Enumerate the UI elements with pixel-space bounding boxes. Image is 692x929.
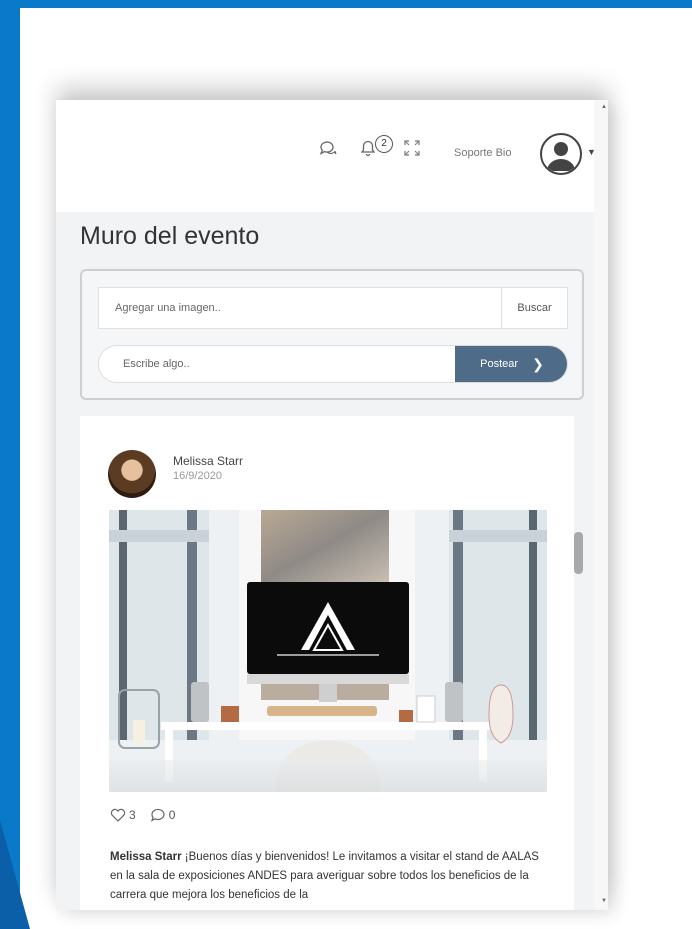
image-url-input[interactable] — [99, 288, 501, 328]
heart-icon — [110, 808, 126, 822]
post-reactions: 3 0 — [110, 808, 175, 822]
post-text-row: Postear ❯ — [98, 345, 568, 383]
post-button[interactable]: Postear ❯ — [455, 346, 567, 382]
feed-scroll-thumb[interactable] — [574, 532, 583, 574]
image-upload-row: Buscar — [98, 287, 568, 329]
expand-icon[interactable] — [402, 138, 422, 158]
scroll-down-arrow-icon[interactable]: ▼ — [601, 898, 607, 904]
app-window: 2 Soporte Bio ▼ ▲ ▼ Muro del evento Busc… — [56, 100, 608, 910]
page-title: Muro del evento — [80, 222, 260, 250]
user-avatar-icon[interactable] — [540, 133, 582, 175]
post-image[interactable] — [109, 510, 547, 792]
author-name[interactable]: Melissa Starr — [173, 454, 243, 468]
like-count: 3 — [129, 808, 136, 822]
post-date: 16/9/2020 — [173, 470, 222, 482]
post-text-input[interactable] — [99, 346, 455, 382]
post-body: Melissa Starr ¡Buenos días y bienvenidos… — [110, 848, 550, 905]
top-header: 2 Soporte Bio ▼ — [56, 100, 608, 212]
comment-count: 0 — [168, 808, 176, 822]
post-button-label: Postear — [480, 358, 519, 370]
notification-count-badge: 2 — [375, 135, 393, 153]
user-name-label[interactable]: Soporte Bio — [454, 147, 511, 159]
feed-post: Melissa Starr 16/9/2020 3 0 Melissa Star… — [80, 416, 574, 910]
like-button[interactable]: 3 — [110, 808, 136, 822]
scroll-up-arrow-icon[interactable]: ▲ — [601, 104, 607, 110]
scrollbar[interactable] — [594, 100, 608, 910]
blue-frame-top — [0, 0, 692, 8]
author-avatar[interactable] — [108, 450, 156, 498]
post-composer: Buscar Postear ❯ — [80, 269, 584, 400]
chat-icon[interactable] — [318, 138, 338, 158]
post-body-author[interactable]: Melissa Starr — [110, 851, 182, 863]
chevron-right-icon: ❯ — [532, 355, 544, 372]
comment-icon — [150, 808, 165, 822]
browse-button[interactable]: Buscar — [501, 288, 567, 328]
blue-frame-left — [0, 0, 20, 929]
comment-button[interactable]: 0 — [150, 808, 176, 822]
